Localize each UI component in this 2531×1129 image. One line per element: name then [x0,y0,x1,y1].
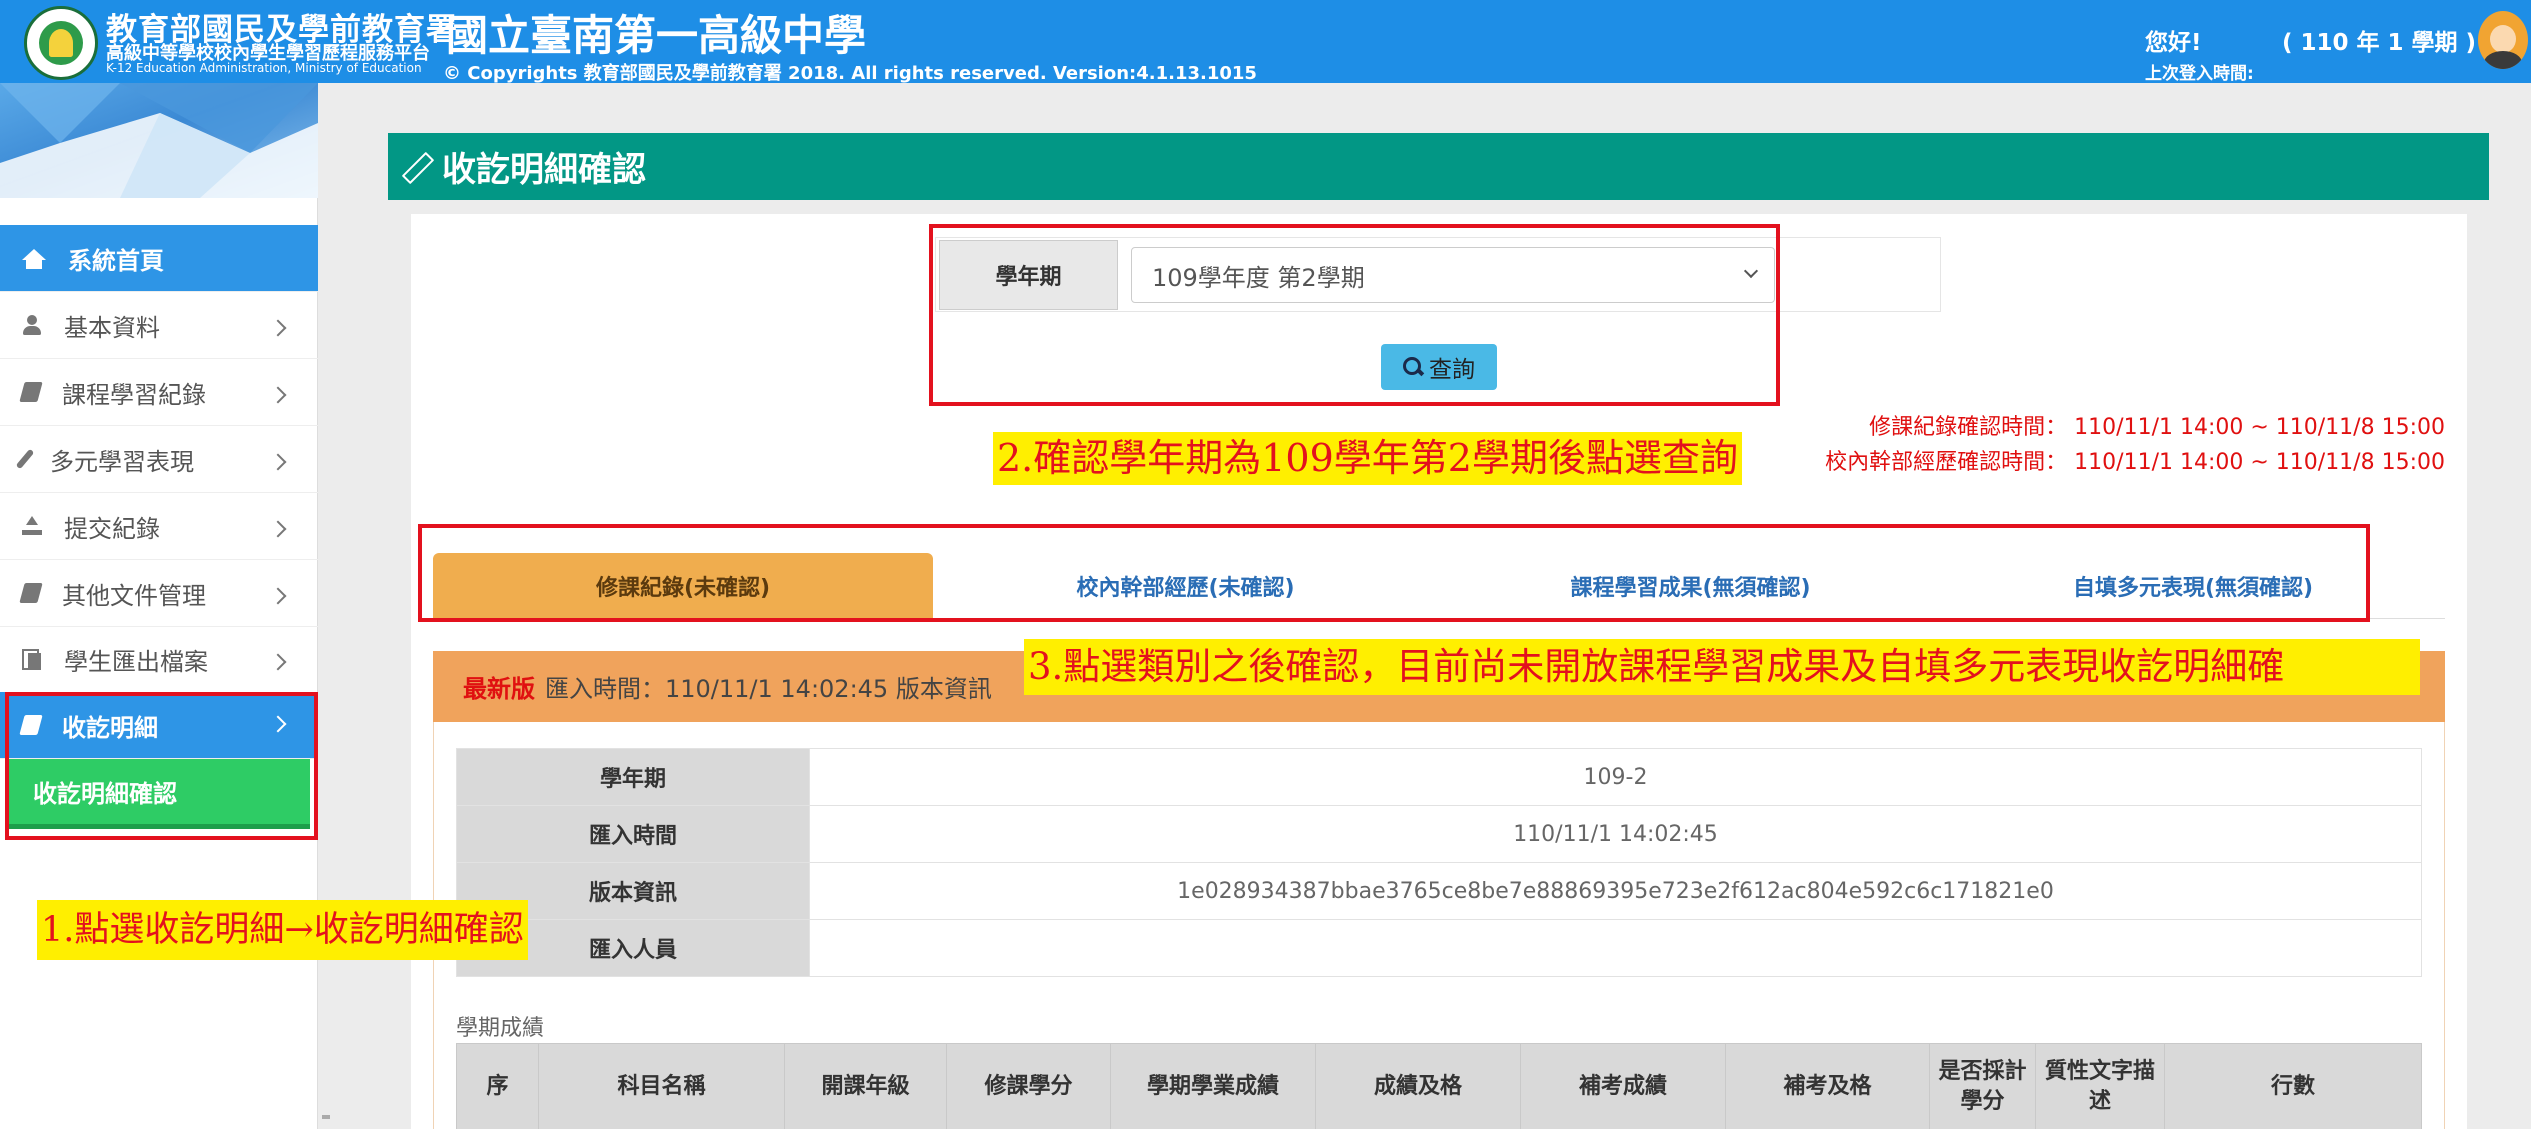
import-info-table: 學年期 109-2 匯入時間 110/11/1 14:02:45 版本資訊 1e… [456,748,2422,977]
greeting-text: 您好! [2145,30,2202,56]
cadre-record-confirm-time: 校內幹部經歷確認時間： 110/11/1 14:00 ~ 110/11/8 15… [1825,450,2445,475]
copy-icon [22,649,42,670]
import-info-text: 匯入時間：110/11/1 14:02:45 版本資訊 [545,675,992,703]
column-header: 成績及格 [1315,1043,1521,1129]
annotation-box-sidebar [5,692,318,840]
table-row: 版本資訊 1e028934387bbae3765ce8be7e88869395e… [456,862,2422,920]
sidebar-item-label: 提交紀錄 [64,514,160,543]
sidebar-item-basic-info[interactable]: 基本資料 [0,292,318,359]
info-key: 學年期 [456,748,810,806]
school-name: 國立臺南第一高級中學 [446,11,867,60]
chevron-right-icon [269,653,287,671]
column-header: 學期學業成績 [1110,1043,1316,1129]
agency-english-name: K-12 Education Administration, Ministry … [106,61,422,75]
scrollbar[interactable] [322,1115,330,1119]
annotation-step-1: 1.點選收訖明細→收訖明細確認 [37,900,528,960]
chevron-right-icon [269,453,287,471]
column-header: 補考及格 [1725,1043,1930,1129]
column-header: 補考成績 [1520,1043,1726,1129]
sidebar-banner [0,83,318,198]
chevron-right-icon [269,520,287,538]
sidebar-item-label: 基本資料 [64,313,160,342]
brush-icon [15,448,35,470]
sidebar-item-label: 系統首頁 [68,246,164,275]
avatar[interactable] [2478,11,2528,69]
table-row: 匯入人員 [456,919,2422,977]
user-icon [22,315,42,335]
info-value: 1e028934387bbae3765ce8be7e88869395e723e2… [809,862,2422,920]
annotation-box-tabs [418,524,2370,622]
sidebar-item-diverse-performance[interactable]: 多元學習表現 [0,426,318,493]
annotation-step-3: 3.點選類別之後確認，目前尚未開放課程學習成果及自填多元表現收訖明細確 [1024,639,2420,695]
top-header: 教育部國民及學前教育署 高級中等學校校內學生學習歷程服務平台 K-12 Educ… [0,0,2531,84]
info-value: 109-2 [809,748,2422,806]
info-key: 匯入時間 [456,805,810,863]
table-row: 學年期 109-2 [456,748,2422,806]
sidebar-item-label: 課程學習紀錄 [62,380,206,409]
sidebar-item-label: 學生匯出檔案 [64,647,208,676]
chevron-right-icon [269,587,287,605]
column-header: 科目名稱 [538,1043,785,1129]
latest-version-badge: 最新版 [463,675,535,703]
course-record-confirm-time: 修課紀錄確認時間： 110/11/1 14:00 ~ 110/11/8 15:0… [1869,415,2445,440]
current-semester: ( 110 年 1 學期 ) [2282,30,2477,56]
info-value [809,919,2422,977]
sidebar-item-other-documents[interactable]: 其他文件管理 [0,560,318,627]
pencil-icon [402,153,430,181]
grades-caption: 學期成績 [456,1016,545,1041]
home-icon [22,248,46,269]
sidebar-item-label: 其他文件管理 [62,581,206,610]
page-title: 收訖明細確認 [442,150,646,190]
sidebar-item-course-records[interactable]: 課程學習紀錄 [0,359,318,426]
sidebar: 系統首頁 基本資料 課程學習紀錄 多元學習表現 提交紀錄 其他文件管理 學生匯出… [0,83,318,1129]
info-value: 110/11/1 14:02:45 [809,805,2422,863]
chevron-right-icon [269,319,287,337]
copyright-text: © Copyrights 教育部國民及學前教育署 2018. All right… [443,63,1257,84]
page-header: 收訖明細確認 [388,133,2489,200]
table-row: 匯入時間 110/11/1 14:02:45 [456,805,2422,863]
annotation-step-2: 2.確認學年期為109學年第2學期後點選查詢 [993,432,1742,485]
book-icon [19,382,43,402]
sidebar-item-home[interactable]: 系統首頁 [0,225,318,292]
confirm-times: 修課紀錄確認時間： 110/11/1 14:00 ~ 110/11/8 15:0… [1780,410,2445,480]
sidebar-item-student-export[interactable]: 學生匯出檔案 [0,626,318,693]
sidebar-item-submission-records[interactable]: 提交紀錄 [0,493,318,560]
column-header: 質性文字描述 [2035,1043,2165,1129]
agency-logo [24,6,98,80]
book-icon [19,583,43,603]
column-header: 是否採計學分 [1929,1043,2036,1129]
annotation-box-filter [929,224,1780,406]
column-header: 序 [456,1043,539,1129]
column-header: 行數 [2164,1043,2422,1129]
chevron-right-icon [269,386,287,404]
upload-icon [22,516,42,536]
last-login-label: 上次登入時間: [2145,64,2254,84]
grades-table: 序 科目名稱 開課年級 修課學分 學期學業成績 成績及格 補考成績 補考及格 是… [456,1043,2422,1129]
column-header: 修課學分 [946,1043,1111,1129]
table-header-row: 序 科目名稱 開課年級 修課學分 學期學業成績 成績及格 補考成績 補考及格 是… [456,1043,2422,1129]
column-header: 開課年級 [784,1043,947,1129]
sidebar-item-label: 多元學習表現 [50,447,194,476]
